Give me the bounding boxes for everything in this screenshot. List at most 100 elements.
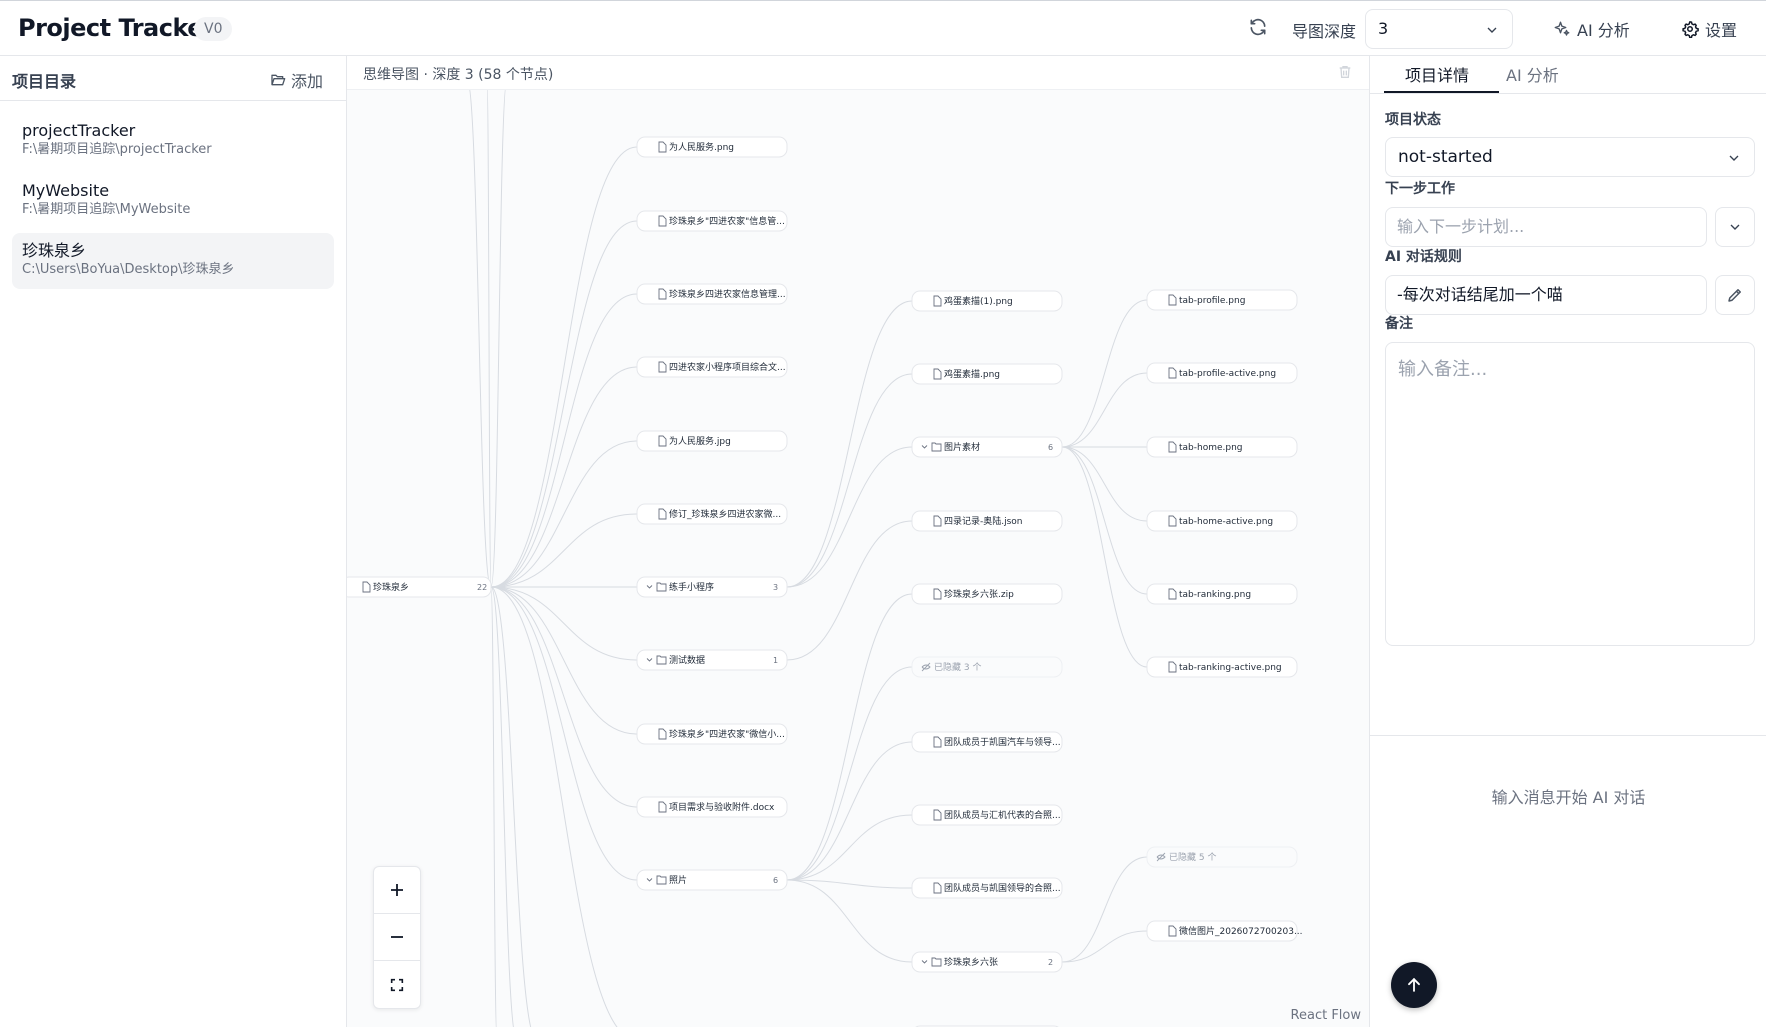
fit-view-button[interactable] xyxy=(374,961,420,1008)
mindmap-folder-node[interactable]: 练手小程序 3 xyxy=(636,576,788,598)
mindmap-file-node[interactable]: 团队成员与汇机代表的合照... xyxy=(911,804,1063,826)
project-item[interactable]: projectTracker F:\暑期项目追踪\projectTracker xyxy=(12,113,334,169)
ai-analysis-label: AI 分析 xyxy=(1577,21,1630,40)
node-label: tab-ranking-active.png xyxy=(1179,663,1282,673)
mindmap-file-node[interactable]: 珍珠泉乡"四进农家"微信小... xyxy=(636,723,788,745)
tab-ai-analysis[interactable]: AI 分析 xyxy=(1506,62,1559,86)
panel-divider[interactable] xyxy=(1370,735,1766,736)
mindmap-file-node[interactable]: 修订_珍珠泉乡四进农家微... xyxy=(636,503,788,525)
node-count-badge: 6 xyxy=(773,876,778,885)
scroll-to-top-button[interactable] xyxy=(1391,962,1437,1008)
sidebar-title: 项目目录 xyxy=(12,72,77,91)
depth-value: 3 xyxy=(1378,19,1389,38)
canvas-title: 思维导图 · 深度 3 (58 个节点) xyxy=(363,67,554,83)
status-select[interactable]: not-started xyxy=(1385,137,1755,177)
minus-icon xyxy=(391,936,403,938)
project-list: projectTracker F:\暑期项目追踪\projectTracker … xyxy=(0,101,346,305)
mindmap-file-node[interactable]: tab-profile.png xyxy=(1146,289,1298,311)
arrow-up-icon xyxy=(1408,977,1420,992)
mindmap-file-node[interactable]: 珍珠泉乡 22 xyxy=(347,576,492,598)
react-flow-attribution[interactable]: React Flow xyxy=(1291,1008,1361,1023)
next-step-expand-button[interactable] xyxy=(1715,207,1755,247)
mindmap-flow[interactable]: 珍珠泉乡 22 为人民服务.png 珍珠泉乡"四进农家"信息管... 珍珠泉乡四进农家信… xyxy=(347,90,1369,1027)
mindmap-file-node[interactable]: 鸡蛋素描.png xyxy=(911,363,1063,385)
mindmap-folder-node[interactable]: 珍珠泉乡六张 2 xyxy=(911,951,1063,973)
mindmap-file-node[interactable]: 为人民服务.jpg xyxy=(636,430,788,452)
zoom-out-button[interactable] xyxy=(374,914,420,961)
mindmap-file-node[interactable]: 微信图片_2026072700203... xyxy=(1146,920,1303,942)
node-label: 鸡蛋素描(1).png xyxy=(944,295,1013,307)
mindmap-hidden-node[interactable]: 已隐藏 3 个 xyxy=(911,656,1063,678)
sparkles-icon xyxy=(1554,21,1570,36)
mindmap-edge xyxy=(786,879,913,889)
chat-empty-state: 输入消息开始 AI 对话 xyxy=(1491,788,1646,807)
mindmap-file-node[interactable]: 团队成员于凯国汽车与领导... xyxy=(911,731,1063,753)
settings-button[interactable]: 设置 xyxy=(1681,16,1737,42)
fit-view-icon xyxy=(390,978,404,991)
mindmap-file-node[interactable]: 鸡蛋素描(1).png xyxy=(911,290,1063,312)
node-label: 项目需求与验收附件.docx xyxy=(669,801,775,813)
mindmap-edge xyxy=(1061,446,1148,595)
notes-textarea[interactable]: 输入备注... xyxy=(1385,342,1755,646)
mindmap-edge xyxy=(786,520,913,661)
plus-icon xyxy=(391,884,403,896)
mindmap-edge xyxy=(1061,372,1148,448)
mindmap-hidden-node[interactable]: 已隐藏 5 个 xyxy=(1146,846,1298,868)
zoom-in-button[interactable] xyxy=(374,867,420,914)
mindmap-file-node[interactable]: tab-home.png xyxy=(1146,436,1298,458)
mindmap-edge xyxy=(469,90,492,588)
ai-rules-input[interactable]: -每次对话结尾加一个喵 xyxy=(1385,275,1707,315)
mindmap-edge xyxy=(786,300,913,588)
node-count-badge: 22 xyxy=(477,583,487,592)
mindmap-edge xyxy=(786,741,913,881)
mindmap-file-node[interactable]: 珍珠泉乡四进农家信息管理... xyxy=(636,283,788,305)
mindmap-file-node[interactable]: 四录记录-奥陆.json xyxy=(911,510,1063,532)
mindmap-edge xyxy=(786,446,913,588)
app-title: Project Tracker xyxy=(18,14,215,42)
zoom-controls xyxy=(373,866,421,1009)
node-count-badge: 6 xyxy=(1048,443,1053,452)
project-item[interactable]: MyWebsite F:\暑期项目追踪\MyWebsite xyxy=(12,173,334,229)
app-header: Project Tracker V0 导图深度 3 AI 分析 设置 xyxy=(0,0,1766,56)
node-label: 珍珠泉乡"四进农家"微信小... xyxy=(669,728,785,740)
mindmap-file-node[interactable]: tab-ranking.png xyxy=(1146,583,1298,605)
mindmap-file-node[interactable]: 珍珠泉乡"四进农家"信息管... xyxy=(636,210,788,232)
next-step-input[interactable]: 输入下一步计划... xyxy=(1385,207,1707,247)
mindmap-file-node[interactable]: 珍珠泉乡六张.zip xyxy=(911,583,1063,605)
sidebar-header: 项目目录 添加 xyxy=(0,56,346,101)
refresh-button[interactable] xyxy=(1248,17,1272,41)
project-item-selected[interactable]: 珍珠泉乡 C:\Users\BoYua\Desktop\珍珠泉乡 xyxy=(12,233,334,289)
ai-analysis-button[interactable]: AI 分析 xyxy=(1553,16,1630,42)
mindmap-folder-node[interactable]: 测试数据 1 xyxy=(636,649,788,671)
mindmap-file-node[interactable]: 四进农家小程序项目综合文... xyxy=(636,356,788,378)
node-label: 已隐藏 5 个 xyxy=(1169,851,1216,863)
node-label: tab-home-active.png xyxy=(1179,517,1273,527)
mindmap-folder-node[interactable]: 照片 6 xyxy=(636,869,788,891)
node-label: tab-home.png xyxy=(1179,443,1243,453)
depth-select[interactable]: 3 xyxy=(1365,9,1513,49)
ai-rules-label: AI 对话规则 xyxy=(1385,249,1462,265)
mindmap-folder-node[interactable]: 图片素材 6 xyxy=(911,436,1063,458)
mindmap-file-node[interactable]: tab-ranking-active.png xyxy=(1146,656,1298,678)
node-label: 练手小程序 xyxy=(669,581,714,593)
notes-label: 备注 xyxy=(1385,316,1413,332)
mindmap-canvas[interactable]: 思维导图 · 深度 3 (58 个节点) 珍珠泉乡 22 为人民服务.png 珍珠泉乡… xyxy=(347,56,1369,1027)
node-label: 四进农家小程序项目综合文... xyxy=(669,361,786,373)
mindmap-file-node[interactable]: tab-home-active.png xyxy=(1146,510,1298,532)
mindmap-file-node[interactable]: tab-profile-active.png xyxy=(1146,362,1298,384)
node-label: 珍珠泉乡六张 xyxy=(944,956,998,968)
ai-rules-edit-button[interactable] xyxy=(1715,275,1755,315)
mindmap-file-node[interactable]: 项目需求与验收附件.docx xyxy=(636,796,788,818)
project-path: C:\Users\BoYua\Desktop\珍珠泉乡 xyxy=(22,262,235,277)
mindmap-edge xyxy=(1061,930,1148,963)
node-label: tab-profile.png xyxy=(1179,296,1245,306)
delete-button[interactable] xyxy=(1337,64,1353,84)
mindmap-edge xyxy=(490,586,618,1027)
add-project-button[interactable]: 添加 xyxy=(270,68,323,92)
mindmap-file-node[interactable]: 团队成员与凯国领导的合照... xyxy=(911,877,1063,899)
tab-project-details[interactable]: 项目详情 xyxy=(1405,62,1469,86)
mindmap-file-node[interactable]: 为人民服务.png xyxy=(636,136,788,158)
mindmap-edge xyxy=(486,90,492,588)
depth-label: 导图深度 xyxy=(1292,22,1357,41)
node-label: 团队成员与汇机代表的合照... xyxy=(944,809,1061,821)
